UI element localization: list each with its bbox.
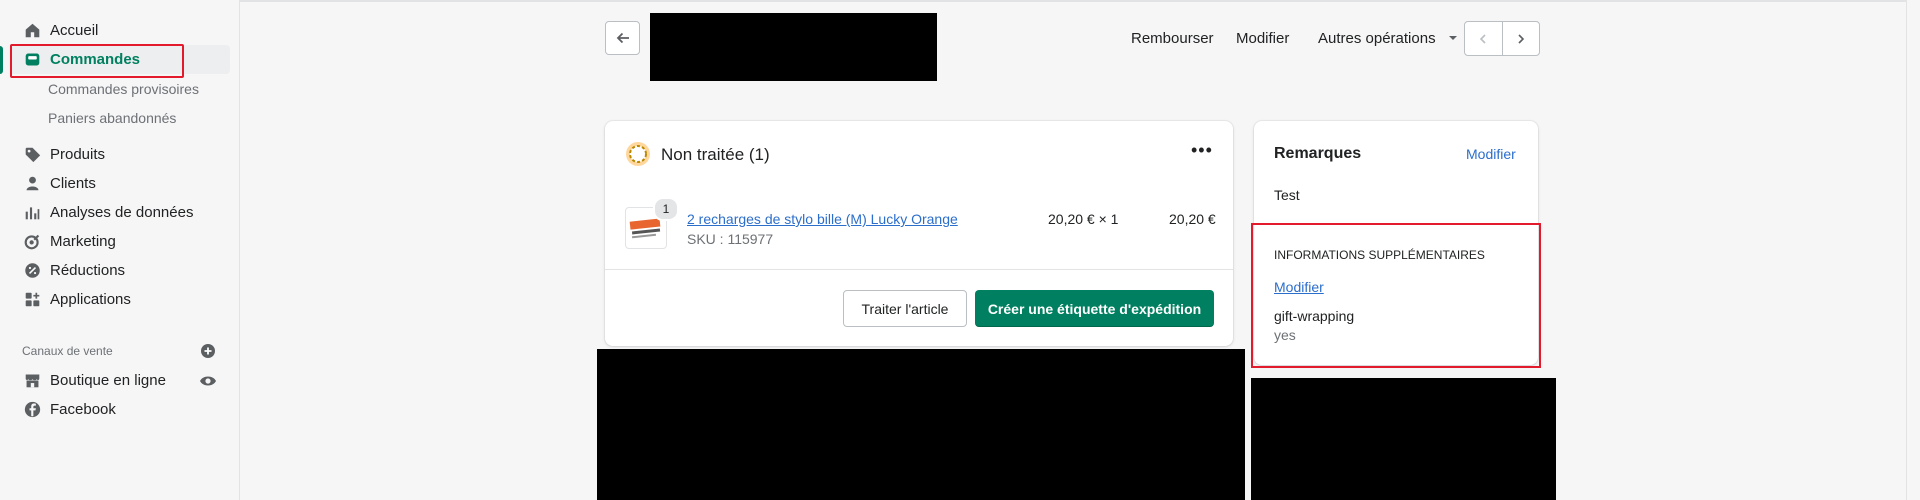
- sales-channels-title: Canaux de vente: [22, 344, 113, 358]
- divider: [605, 269, 1233, 270]
- apps-icon: [22, 290, 42, 310]
- home-icon: [22, 21, 42, 41]
- arrow-left-icon: [616, 32, 629, 44]
- line-total: 20,20 €: [1169, 211, 1216, 227]
- more-actions-button[interactable]: Autres opérations: [1318, 30, 1458, 47]
- orders-icon: [22, 50, 42, 70]
- sidebar-item-label: Accueil: [50, 22, 99, 39]
- sidebar-item-label: Produits: [50, 146, 106, 163]
- sidebar-item-label: Commandes: [50, 51, 141, 68]
- redacted-order-title: [650, 13, 937, 81]
- store-icon: [22, 371, 42, 391]
- sidebar-item-label: Marketing: [50, 233, 116, 250]
- unit-price: 20,20 € × 1: [1048, 211, 1119, 227]
- sidebar-item-facebook[interactable]: Facebook: [10, 395, 230, 424]
- sidebar-item-label: Analyses de données: [50, 204, 194, 221]
- note-text: Test: [1274, 187, 1300, 203]
- sidebar-item-accueil[interactable]: Accueil: [10, 16, 230, 45]
- active-indicator: [0, 46, 3, 74]
- notes-card: Remarques Modifier Test INFORMATIONS SUP…: [1254, 121, 1538, 365]
- unfulfilled-status-icon: [626, 142, 650, 166]
- more-options-icon[interactable]: •••: [1191, 141, 1213, 159]
- order-pagination: [1464, 21, 1540, 56]
- discount-icon: [22, 261, 42, 281]
- unfulfilled-card: Non traitée (1) ••• 1 2 recharges de sty…: [605, 121, 1233, 346]
- notes-title: Remarques: [1274, 145, 1362, 162]
- status-title: Non traitée (1): [661, 145, 770, 164]
- edit-order-button[interactable]: Modifier: [1236, 30, 1289, 47]
- facebook-icon: [22, 400, 42, 420]
- attribute-value: yes: [1274, 327, 1296, 343]
- process-item-button[interactable]: Traiter l'article: [843, 290, 967, 327]
- sidebar-item-commandes[interactable]: Commandes: [10, 45, 230, 74]
- redacted-block: [597, 349, 1245, 500]
- sidebar-item-reductions[interactable]: Réductions: [10, 256, 230, 285]
- target-icon: [22, 232, 42, 252]
- sidebar-item-label: Facebook: [50, 401, 116, 418]
- attribute-name: gift-wrapping: [1274, 308, 1355, 324]
- sidebar-item-applications[interactable]: Applications: [10, 285, 230, 314]
- sidebar: Accueil Commandes Commandes provisoires …: [0, 0, 240, 500]
- tag-icon: [22, 145, 42, 165]
- product-link[interactable]: 2 recharges de stylo bille (M) Lucky Ora…: [687, 211, 958, 227]
- back-button[interactable]: [605, 21, 640, 55]
- product-sku: SKU : 115977: [687, 231, 774, 247]
- sidebar-item-online-store[interactable]: Boutique en ligne: [10, 366, 230, 395]
- sidebar-subitem-drafts[interactable]: Commandes provisoires: [48, 78, 199, 100]
- more-actions-label: Autres opérations: [1318, 30, 1436, 47]
- sidebar-item-analyses[interactable]: Analyses de données: [10, 198, 230, 227]
- sidebar-item-label: Clients: [50, 175, 96, 192]
- eye-icon[interactable]: [199, 373, 217, 389]
- bar-chart-icon: [22, 203, 42, 223]
- sidebar-item-label: Réductions: [50, 262, 126, 279]
- scrollbar[interactable]: [1906, 0, 1920, 500]
- sidebar-item-label: Applications: [50, 291, 131, 308]
- sidebar-item-clients[interactable]: Clients: [10, 169, 230, 198]
- previous-order-button[interactable]: [1465, 22, 1502, 55]
- sidebar-item-produits[interactable]: Produits: [10, 140, 230, 169]
- additional-info-title: INFORMATIONS SUPPLÉMENTAIRES: [1274, 248, 1485, 262]
- chevron-left-icon: [1480, 33, 1486, 44]
- chevron-right-icon: [1518, 33, 1524, 44]
- edit-additional-info-link[interactable]: Modifier: [1274, 279, 1324, 295]
- sidebar-subitem-abandoned-carts[interactable]: Paniers abandonnés: [48, 107, 176, 129]
- quantity-badge: 1: [653, 197, 679, 221]
- person-icon: [22, 174, 42, 194]
- top-border: [0, 0, 1920, 2]
- create-shipping-label-button[interactable]: Créer une étiquette d'expédition: [975, 290, 1214, 327]
- add-channel-icon[interactable]: [200, 343, 216, 359]
- edit-notes-link[interactable]: Modifier: [1466, 146, 1516, 162]
- next-order-button[interactable]: [1501, 22, 1540, 55]
- sidebar-item-marketing[interactable]: Marketing: [10, 227, 230, 256]
- caret-down-icon: [1448, 36, 1457, 40]
- redacted-block: [1251, 378, 1556, 500]
- sidebar-item-label: Boutique en ligne: [50, 372, 166, 389]
- refund-button[interactable]: Rembourser: [1131, 30, 1214, 47]
